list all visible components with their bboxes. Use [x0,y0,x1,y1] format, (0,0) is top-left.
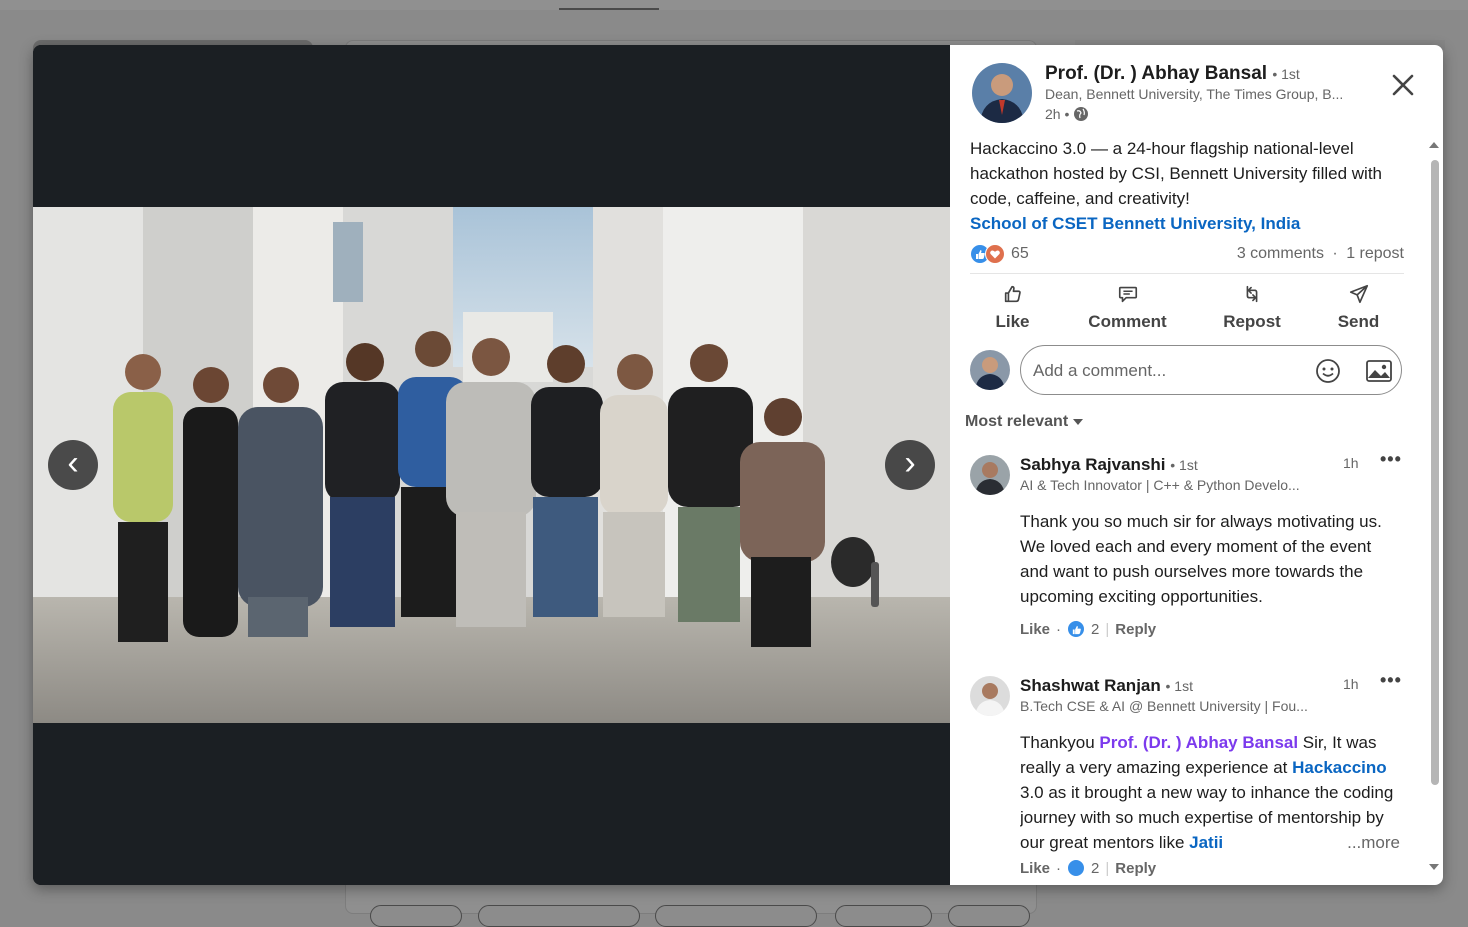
comment-like-button[interactable]: Like [1020,860,1050,876]
scroll-thumb[interactable] [1431,160,1439,785]
comment-like-button[interactable]: Like [1020,621,1050,638]
commenter-avatar[interactable] [970,455,1010,495]
more-icon[interactable]: ••• [1380,449,1402,470]
repost-button[interactable]: Repost [1222,283,1282,332]
caret-down-icon [1073,419,1084,425]
background-tab-underline [559,8,659,10]
background-pill [478,905,640,927]
connection-degree: • 1st [1165,678,1193,694]
separator: · [1056,860,1062,876]
background-pill [948,905,1030,927]
author-avatar[interactable] [972,63,1032,123]
comment-body: Thank you so much sir for always motivat… [1020,512,1382,606]
comment-reply-button[interactable]: Reply [1115,860,1156,876]
background-pill [835,905,932,927]
commenter-headline: AI & Tech Innovator | C++ & Python Devel… [1020,477,1300,493]
comments-count-link[interactable]: 3 comments [1237,245,1324,262]
mention-link[interactable]: Jatii [1189,833,1223,852]
repost-icon [1246,285,1258,303]
commenter-headline: B.Tech CSE & AI @ Bennett University | F… [1020,698,1308,714]
comment-input-placeholder: Add a comment... [1033,361,1167,380]
emoji-icon[interactable] [1315,358,1341,384]
see-more-button[interactable]: ...more [1341,830,1400,855]
connection-degree: • 1st [1170,457,1198,473]
comment-actions: Like · 2 | Reply [1020,620,1156,638]
post-time-text: 2h • [1045,106,1070,122]
commenter-name-text[interactable]: Sabhya Rajvanshi [1020,455,1166,474]
chevron-right-icon: › [904,444,916,482]
group-photo-image [33,207,950,723]
comment-actions: Like · 2 | Reply [1020,860,1156,876]
comment-item: Shashwat Ranjan • 1st B.Tech CSE & AI @ … [970,670,1410,885]
post-photo[interactable] [33,207,950,723]
sort-label: Most relevant [965,413,1069,430]
more-icon[interactable]: ••• [1380,670,1402,691]
repost-label: Repost [1223,312,1281,331]
image-icon[interactable] [1365,358,1393,384]
comment-text: Thankyou [1020,733,1100,752]
love-reaction-icon [985,244,1005,264]
post-mention-link[interactable]: School of CSET Bennett University, India [970,211,1300,236]
commenter-name[interactable]: Shashwat Ranjan • 1st [1020,676,1193,696]
commenter-name[interactable]: Sabhya Rajvanshi • 1st [1020,455,1198,475]
comment-time: 1h [1343,676,1359,692]
current-user-avatar[interactable] [970,350,1010,390]
hashtag-link[interactable]: Hackaccino [1292,758,1387,777]
like-reaction-icon [1067,860,1086,876]
comment-time: 1h [1343,455,1359,471]
next-image-button[interactable]: › [885,440,935,490]
comment-reply-button[interactable]: Reply [1115,621,1156,638]
post-time: 2h • [1045,106,1089,122]
background-pill [655,905,817,927]
globe-icon [1074,107,1089,121]
scroll-up-icon[interactable] [1428,140,1440,150]
author-name-text[interactable]: Prof. (Dr. ) Abhay Bansal [1045,63,1267,84]
send-button[interactable]: Send [1336,283,1381,332]
post-details-panel: Prof. (Dr. ) Abhay Bansal • 1st Dean, Be… [950,45,1443,885]
sort-comments-dropdown[interactable]: Most relevant [965,413,1084,431]
like-reaction-icon [1067,620,1086,638]
scroll-down-icon[interactable] [1428,862,1440,872]
send-label: Send [1337,312,1380,331]
separator: · [1056,620,1062,638]
reactions-summary[interactable]: 65 [970,244,1029,264]
comment-label: Comment [1088,312,1167,331]
reaction-count: 65 [1011,245,1029,262]
engagement-counts: 3 comments · 1 repost [1237,245,1404,263]
like-icon [1004,285,1021,303]
mention-link[interactable]: Prof. (Dr. ) Abhay Bansal [1099,733,1298,752]
background-topbar [0,0,1468,10]
comment-like-count[interactable]: 2 [1091,621,1099,638]
previous-image-button[interactable]: ‹ [48,440,98,490]
chevron-left-icon: ‹ [67,444,79,482]
connection-degree: • 1st [1272,66,1300,82]
background-pill [370,905,462,927]
panel-scrollbar[interactable] [1428,140,1440,880]
author-headline: Dean, Bennett University, The Times Grou… [1045,86,1344,102]
separator: · [1332,245,1338,262]
divider [970,273,1404,274]
like-button[interactable]: Like [990,283,1035,332]
commenter-name-text[interactable]: Shashwat Ranjan [1020,676,1161,695]
comment-button[interactable]: Comment [1085,283,1170,332]
close-modal-button[interactable] [1385,67,1421,103]
comment-icon [1118,286,1137,303]
comment-item: Sabhya Rajvanshi • 1st AI & Tech Innovat… [970,449,1410,665]
divider: | [1105,860,1110,876]
media-viewer: ‹ › [33,45,950,885]
author-name[interactable]: Prof. (Dr. ) Abhay Bansal • 1st [1045,63,1300,85]
comment-input[interactable]: Add a comment... [1020,345,1402,395]
commenter-avatar[interactable] [970,676,1010,716]
reposts-count-link[interactable]: 1 repost [1346,245,1404,262]
send-icon [1349,284,1368,304]
comment-like-count[interactable]: 2 [1091,860,1099,876]
divider: | [1105,620,1110,638]
comment-body: Thankyou Prof. (Dr. ) Abhay Bansal Sir, … [1020,730,1400,855]
post-modal: ‹ › Prof. (Dr. ) Abhay Bansal • 1st Dean… [33,45,1443,885]
post-text: Hackaccino 3.0 — a 24-hour flagship nati… [970,139,1382,208]
like-label: Like [995,312,1030,331]
post-actions: Like Comment Repost Send [970,283,1410,333]
close-icon [1392,74,1414,96]
